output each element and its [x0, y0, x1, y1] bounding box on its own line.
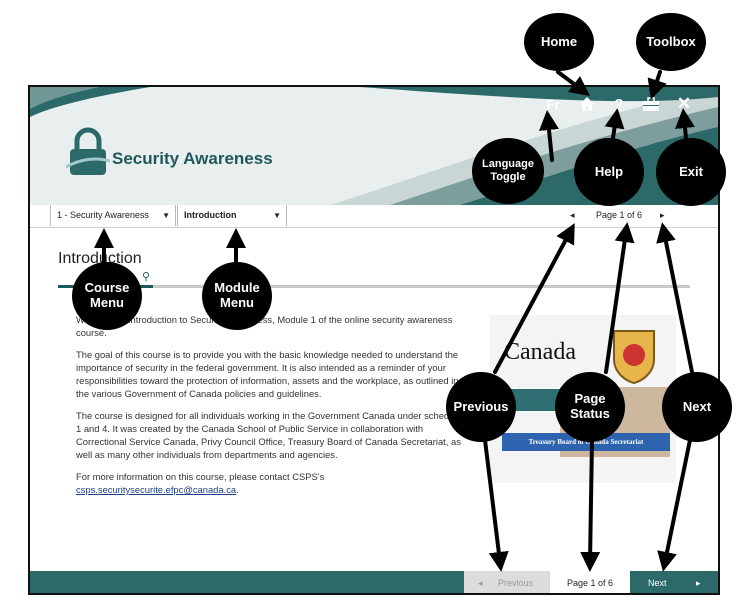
callout-exit: Exit: [656, 138, 726, 206]
callout-home: Home: [524, 13, 594, 71]
callout-page-status: Page Status: [555, 372, 625, 442]
callout-language-toggle: Language Toggle: [472, 138, 544, 204]
callout-toolbox: Toolbox: [636, 13, 706, 71]
callout-module-line1: Module: [214, 280, 260, 296]
callout-page-line1: Page: [574, 391, 606, 407]
callout-language-line2: Toggle: [490, 171, 526, 183]
callout-module-line2: Menu: [220, 295, 254, 310]
callout-help: Help: [574, 138, 644, 206]
callout-language-line1: Language: [482, 158, 534, 171]
callout-next: Next: [662, 372, 732, 442]
callout-course-menu: Course Menu: [72, 262, 142, 330]
callout-course-line1: Course: [84, 280, 130, 296]
callout-module-menu: Module Menu: [202, 262, 272, 330]
callout-page-line2: Status: [570, 406, 610, 421]
callout-course-line2: Menu: [90, 295, 124, 310]
callout-previous: Previous: [446, 372, 516, 442]
